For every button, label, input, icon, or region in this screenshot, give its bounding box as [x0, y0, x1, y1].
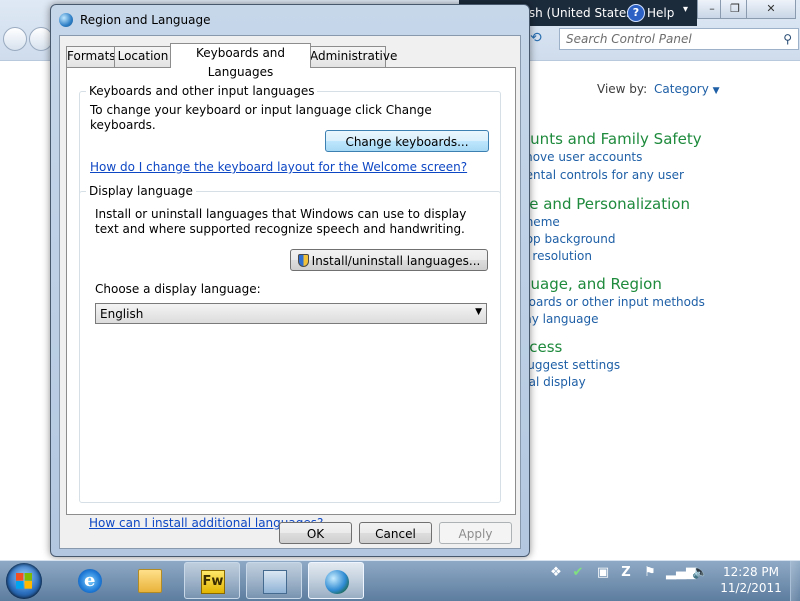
zonealarm-icon[interactable]: Z: [618, 565, 634, 581]
start-button[interactable]: [6, 563, 42, 599]
search-input[interactable]: Search Control Panel ⚲: [559, 28, 799, 50]
show-desktop-button[interactable]: [790, 561, 800, 601]
internet-explorer-icon: [78, 569, 102, 593]
taskbar-fireworks[interactable]: Fw: [184, 562, 240, 599]
back-button[interactable]: [3, 27, 27, 51]
options-chevron-icon[interactable]: ▾: [683, 4, 688, 15]
category-heading-user-accounts[interactable]: ounts and Family Safety: [521, 130, 702, 148]
tab-formats[interactable]: Formats: [66, 46, 116, 67]
keyboards-description: To change your keyboard or input languag…: [90, 103, 432, 132]
fireworks-icon: Fw: [201, 570, 225, 594]
taskbar-windows-explorer[interactable]: [122, 562, 178, 599]
region-and-language-dialog: Region and Language Formats Location Key…: [50, 4, 530, 557]
taskbar-internet-explorer[interactable]: [62, 562, 118, 599]
action-center-flag-icon[interactable]: ⚑: [642, 565, 658, 581]
display-language-select[interactable]: English ▼: [95, 303, 487, 324]
uac-shield-icon: [297, 254, 309, 267]
globe-icon: [325, 570, 349, 594]
install-button-label: Install/uninstall languages...: [311, 254, 481, 268]
tab-keyboards-and-languages[interactable]: Keyboards and Languages: [170, 43, 311, 79]
selected-language: English: [100, 307, 144, 321]
view-by-dropdown[interactable]: Category ▼: [654, 82, 720, 96]
ok-button[interactable]: OK: [279, 522, 352, 544]
clock-time: 12:28 PM: [723, 565, 779, 579]
choose-display-language-label: Choose a display language:: [95, 282, 261, 296]
control-panel-icon: [263, 570, 287, 594]
category-heading-clock-language-region[interactable]: guage, and Region: [521, 275, 662, 293]
tab-location[interactable]: Location: [114, 46, 172, 67]
change-keyboards-button[interactable]: Change keyboards...: [325, 130, 489, 152]
apply-button[interactable]: Apply: [439, 522, 512, 544]
help-icon[interactable]: ?: [627, 4, 645, 22]
dialog-title: Region and Language: [80, 13, 211, 27]
dialog-body: Formats Location Keyboards and Languages…: [59, 35, 521, 549]
help-button[interactable]: Help: [647, 6, 674, 20]
volume-icon[interactable]: 🔈: [692, 565, 708, 581]
cp-link[interactable]: move user accounts: [521, 150, 642, 164]
cp-link[interactable]: boards or other input methods: [521, 295, 705, 309]
network-signal-icon[interactable]: ▂▄▆: [666, 565, 696, 581]
tab-administrative[interactable]: Administrative: [309, 46, 397, 67]
cp-link[interactable]: suggest settings: [521, 358, 620, 372]
taskbar: Fw ❖ ✔ ▣ Z ⚑ ▂▄▆ 🔈 12:28 PM 11/2/2011: [0, 560, 800, 601]
view-by-label: View by:: [597, 82, 648, 96]
folder-icon: [138, 569, 162, 593]
sync-check-icon[interactable]: ✔: [570, 565, 586, 581]
view-by-value: Category: [654, 82, 709, 96]
windows-logo-icon: [16, 573, 32, 589]
security-icon[interactable]: ▣: [595, 565, 611, 581]
display-language-group: Display language Install or uninstall la…: [79, 184, 501, 503]
tab-panel: Keyboards and other input languages To c…: [66, 67, 516, 530]
cp-link[interactable]: rental controls for any user: [521, 168, 684, 182]
group-title: Display language: [86, 184, 196, 198]
clock-date: 11/2/2011: [720, 581, 782, 595]
display-language-description: Install or uninstall languages that Wind…: [95, 207, 467, 236]
globe-icon: [59, 13, 73, 27]
install-uninstall-languages-button[interactable]: Install/uninstall languages...: [290, 249, 488, 271]
taskbar-control-panel[interactable]: [246, 562, 302, 599]
category-heading-appearance[interactable]: ce and Personalization: [521, 195, 690, 213]
cp-link[interactable]: ual display: [521, 375, 586, 389]
refresh-icon[interactable]: ⟲: [530, 30, 542, 46]
taskbar-region-and-language[interactable]: [308, 562, 364, 599]
group-title: Keyboards and other input languages: [86, 84, 318, 98]
search-icon[interactable]: ⚲: [783, 32, 792, 46]
search-placeholder: Search Control Panel: [566, 32, 692, 46]
welcome-screen-help-link[interactable]: How do I change the keyboard layout for …: [90, 160, 467, 174]
dropbox-icon[interactable]: ❖: [548, 565, 564, 581]
system-clock[interactable]: 12:28 PM 11/2/2011: [720, 564, 782, 596]
chevron-down-icon: ▼: [712, 86, 720, 96]
nav-buttons: [3, 27, 55, 54]
chevron-down-icon: ▼: [475, 307, 482, 317]
cancel-button[interactable]: Cancel: [359, 522, 432, 544]
cp-link[interactable]: top background: [521, 232, 615, 246]
close-button[interactable]: ✕: [746, 0, 796, 19]
cp-link[interactable]: lay language: [521, 312, 598, 326]
cp-link[interactable]: n resolution: [521, 249, 592, 263]
